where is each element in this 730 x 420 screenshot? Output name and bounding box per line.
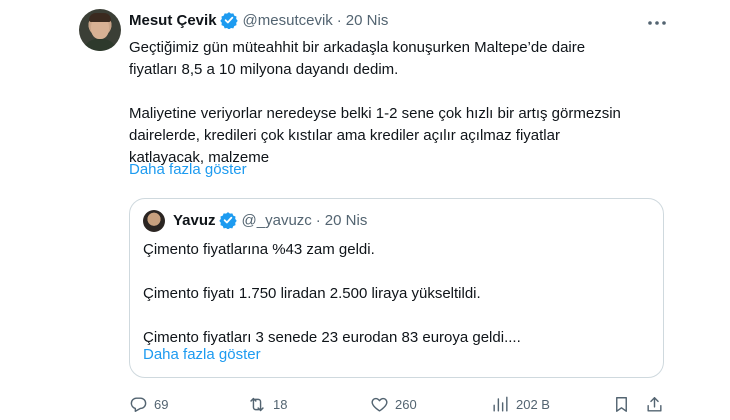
tweet-text-line: Geçtiğimiz gün müteahhit bir arkadaşla k…	[129, 39, 586, 56]
quoted-tweet[interactable]: Yavuz @_yavuzc · 20 Nis Çimento fiyatlar…	[129, 198, 664, 378]
tweet-text-line: Maliyetine veriyorlar neredeyse belki 1-…	[129, 105, 621, 122]
quote-author-avatar	[143, 210, 165, 232]
share-button[interactable]	[645, 393, 664, 415]
quote-text: Çimento fiyatlarına %43 zam geldi. Çimen…	[143, 239, 653, 349]
share-icon	[645, 395, 664, 414]
reply-count: 69	[154, 396, 169, 412]
quote-show-more-link[interactable]: Daha fazla göster	[143, 346, 261, 363]
tweet-text: Geçtiğimiz gün müteahhit bir arkadaşla k…	[129, 37, 659, 169]
action-bar: 69 18 260 202 B	[129, 393, 669, 415]
views-button[interactable]: 202 B	[491, 393, 550, 415]
tweet-date[interactable]: 20 Nis	[346, 12, 389, 29]
more-dots-icon[interactable]	[646, 15, 668, 31]
bookmark-button[interactable]	[612, 393, 631, 415]
tweet-header: Mesut Çevik @mesutcevik · 20 Nis	[129, 11, 388, 29]
tweet-text-line: fiyatları 8,5 a 10 milyona dayandı dedim…	[129, 61, 399, 78]
avatar-body	[83, 39, 117, 51]
retweet-button[interactable]: 18	[247, 393, 287, 415]
heart-icon	[370, 395, 389, 414]
tweet-text-line: dairelerde, kredileri çok kıstılar ama k…	[129, 127, 560, 144]
header-separator: ·	[336, 11, 342, 29]
quote-text-line: Çimento fiyatlarına %43 zam geldi.	[143, 241, 375, 258]
author-name[interactable]: Mesut Çevik	[129, 12, 217, 29]
tweet: Mesut Çevik @mesutcevik · 20 Nis Geçtiği…	[0, 0, 730, 420]
bookmark-icon	[612, 395, 631, 414]
quote-text-line: Çimento fiyatı 1.750 liradan 2.500 liray…	[143, 285, 481, 302]
quote-author-name: Yavuz	[173, 211, 216, 229]
verified-badge-icon	[219, 11, 238, 29]
author-avatar[interactable]	[79, 9, 121, 51]
quote-author-handle: @_yavuzc	[241, 211, 312, 229]
verified-badge-icon	[218, 211, 237, 229]
quote-header-separator: ·	[315, 211, 321, 229]
reply-icon	[129, 395, 148, 414]
quote-date: 20 Nis	[324, 211, 368, 229]
like-button[interactable]: 260	[370, 393, 417, 415]
retweet-icon	[247, 395, 267, 414]
avatar-hair	[89, 13, 111, 22]
quote-header: Yavuz @_yavuzc · 20 Nis	[173, 211, 367, 229]
reply-button[interactable]: 69	[129, 393, 168, 415]
views-bar-chart-icon	[491, 395, 510, 414]
show-more-link[interactable]: Daha fazla göster	[129, 161, 247, 178]
retweet-count: 18	[273, 396, 288, 412]
like-count: 260	[395, 396, 417, 412]
author-handle[interactable]: @mesutcevik	[243, 12, 333, 29]
views-count: 202 B	[516, 396, 550, 412]
